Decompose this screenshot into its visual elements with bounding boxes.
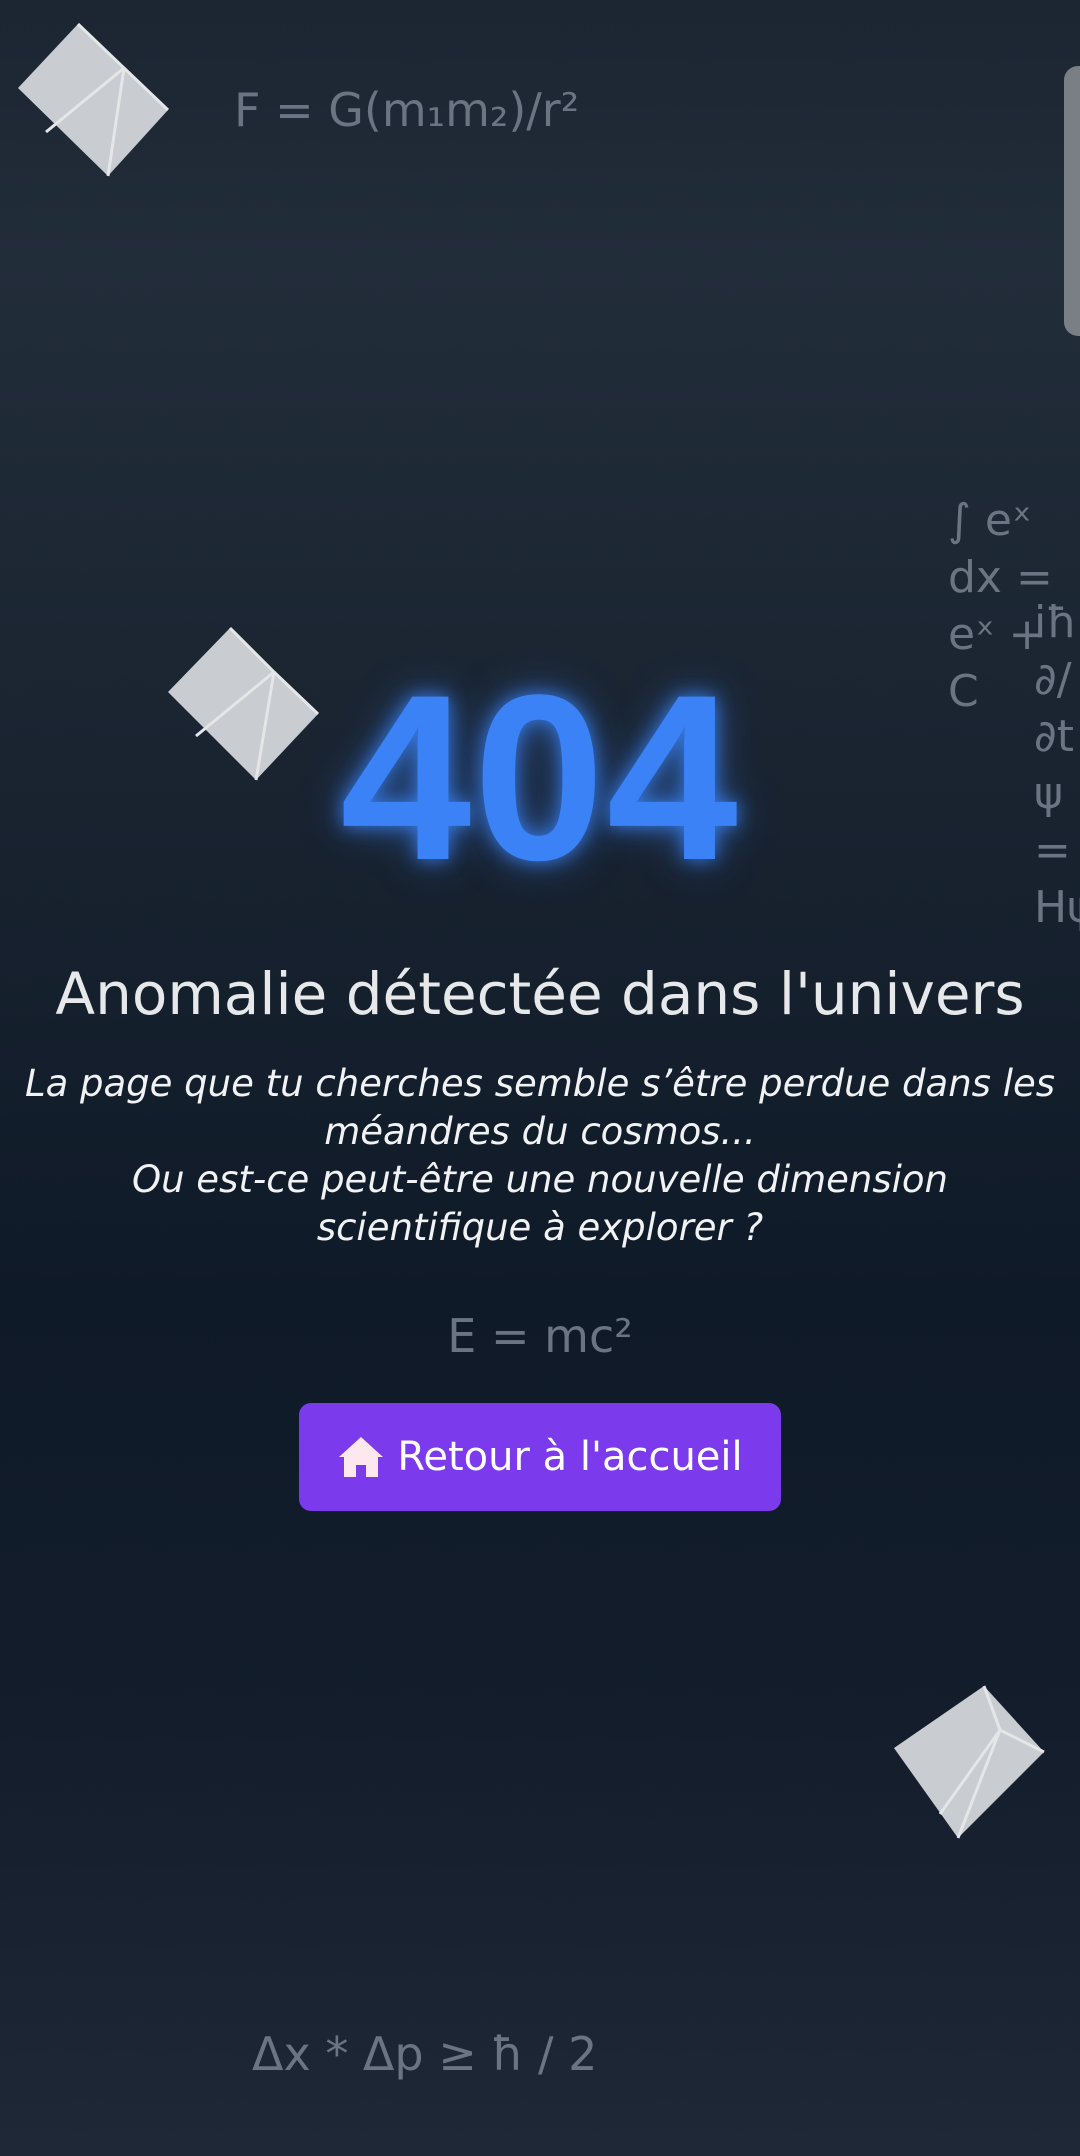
equation-uncertainty: Δx * Δp ≥ ħ / 2 — [252, 2027, 598, 2081]
home-button-label: Retour à l'accueil — [397, 1434, 743, 1480]
error-code: 404 — [340, 646, 740, 910]
equation-energy: E = mc² — [447, 1309, 633, 1363]
error-message-line: La page que tu cherches semble s’être pe… — [24, 1062, 1056, 1153]
equation-gravity: F = G(m₁m₂)/r² — [234, 83, 580, 137]
error-message-line: Ou est-ce peut-être une nouvelle dimensi… — [131, 1158, 949, 1249]
floating-cube-icon — [892, 1684, 1046, 1840]
home-icon — [337, 1435, 385, 1479]
page-title: Anomalie détectée dans l'univers — [55, 960, 1025, 1028]
home-button[interactable]: Retour à l'accueil — [299, 1403, 781, 1511]
floating-cube-icon — [16, 22, 170, 178]
scroll-tab[interactable] — [1064, 66, 1080, 336]
error-message: La page que tu cherches semble s’être pe… — [20, 1060, 1060, 1252]
